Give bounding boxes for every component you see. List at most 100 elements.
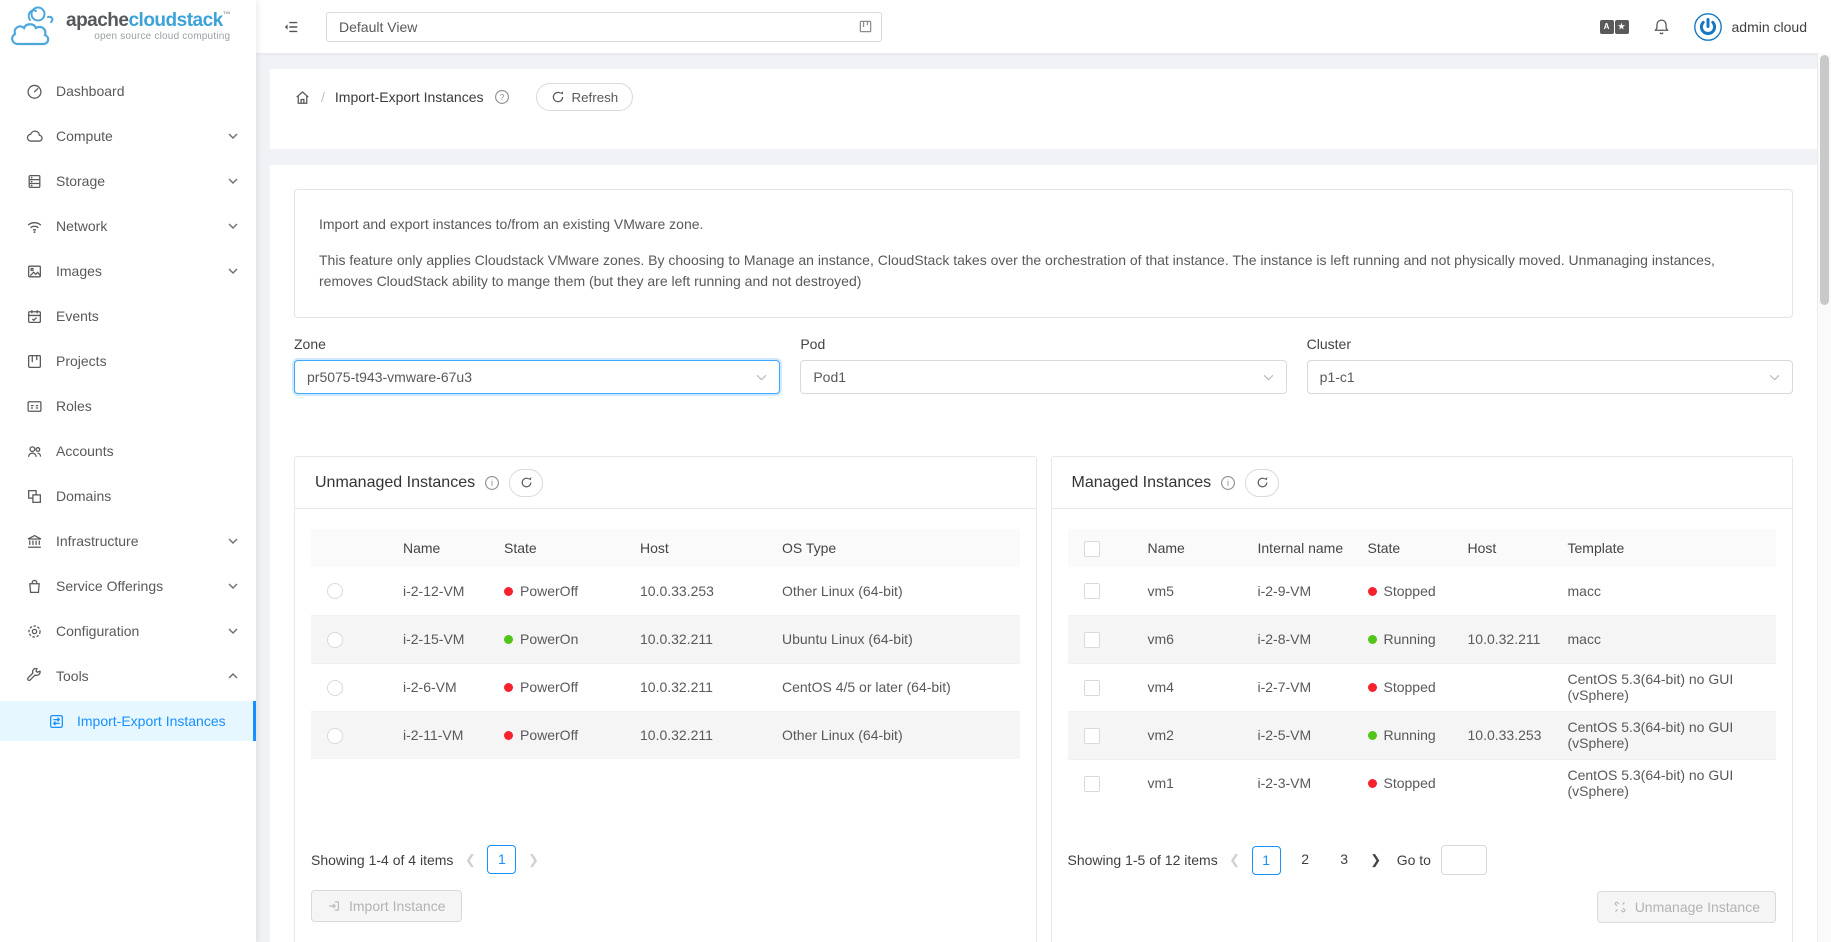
row-checkbox[interactable] — [1084, 632, 1100, 648]
page-3[interactable]: 3 — [1330, 846, 1359, 875]
row-checkbox[interactable] — [1084, 728, 1100, 744]
table-row[interactable]: vm1 i-2-3-VM Stopped CentOS 5.3(64-bit) … — [1068, 759, 1777, 807]
next-page-icon[interactable]: ❯ — [1369, 852, 1383, 868]
sidebar-item-events[interactable]: Events — [0, 296, 256, 336]
view-selector-value: Default View — [339, 19, 417, 35]
table-row[interactable]: vm4 i-2-7-VM Stopped CentOS 5.3(64-bit) … — [1068, 663, 1777, 711]
refresh-button[interactable]: Refresh — [536, 83, 634, 111]
zone-select[interactable]: pr5075-t943-vmware-67u3 — [294, 360, 780, 394]
home-icon[interactable] — [294, 89, 311, 106]
table-row[interactable]: vm2 i-2-5-VM Running 10.0.33.253 CentOS … — [1068, 711, 1777, 759]
brand-wordmark: apachecloudstack™ open source cloud comp… — [66, 11, 230, 42]
sidebar-item-import-export-instances[interactable]: Import-Export Instances — [0, 701, 256, 741]
logo[interactable]: apachecloudstack™ open source cloud comp… — [0, 0, 256, 53]
row-checkbox[interactable] — [1084, 776, 1100, 792]
page-2[interactable]: 2 — [1291, 846, 1320, 875]
brand-tagline: open source cloud computing — [66, 32, 230, 42]
unmanaged-table: Name State Host OS Type i-2 — [311, 529, 1020, 759]
cluster-label: Cluster — [1307, 336, 1793, 352]
user-name: admin cloud — [1732, 19, 1808, 35]
vertical-scrollbar[interactable] — [1817, 53, 1831, 942]
chevron-down-icon — [756, 374, 767, 381]
col-internal-name: Internal name — [1242, 529, 1352, 567]
unmanaged-title: Unmanaged Instances — [315, 474, 475, 492]
row-radio[interactable] — [327, 728, 343, 744]
sidebar-item-infrastructure[interactable]: Infrastructure — [0, 521, 256, 561]
svg-text:i: i — [1227, 478, 1229, 488]
import-instance-button[interactable]: Import Instance — [311, 890, 462, 922]
reload-icon — [551, 90, 565, 104]
table-row[interactable]: i-2-12-VM PowerOff 10.0.33.253 Other Lin… — [311, 567, 1020, 615]
unmanaged-pagination: Showing 1-4 of 4 items ❮ 1 ❯ — [311, 845, 1020, 874]
brand-cloudstack: cloudstack — [128, 10, 222, 31]
table-row[interactable]: i-2-11-VM PowerOff 10.0.32.211 Other Lin… — [311, 711, 1020, 759]
table-row[interactable]: vm6 i-2-8-VM Running 10.0.32.211 macc — [1068, 615, 1777, 663]
goto-page-input[interactable] — [1441, 845, 1487, 875]
col-host: Host — [1452, 529, 1552, 567]
user-menu[interactable]: admin cloud — [1694, 13, 1808, 41]
col-host: Host — [624, 529, 766, 567]
sidebar-item-compute[interactable]: Compute — [0, 116, 256, 156]
info-icon[interactable]: i — [1220, 475, 1236, 491]
managed-instances-panel: Managed Instances i Name — [1051, 456, 1794, 942]
reload-icon — [520, 476, 533, 489]
chevron-down-icon — [228, 223, 238, 229]
state-dot — [1368, 587, 1377, 596]
sidebar-item-accounts[interactable]: Accounts — [0, 431, 256, 471]
prev-page-icon[interactable]: ❮ — [1228, 852, 1242, 868]
breadcrumb-separator: / — [321, 89, 325, 105]
unmanaged-reload-button[interactable] — [509, 469, 543, 497]
table-row[interactable]: i-2-15-VM PowerOn 10.0.32.211 Ubuntu Lin… — [311, 615, 1020, 663]
sidebar-item-images[interactable]: Images — [0, 251, 256, 291]
scrollbar-thumb[interactable] — [1820, 55, 1829, 305]
state-dot — [1368, 731, 1377, 740]
managed-reload-button[interactable] — [1245, 469, 1279, 497]
sidebar-item-domains[interactable]: Domains — [0, 476, 256, 516]
info-icon[interactable]: i — [484, 475, 500, 491]
sidebar-item-network[interactable]: Network — [0, 206, 256, 246]
row-radio[interactable] — [327, 583, 343, 599]
pod-select[interactable]: Pod1 — [800, 360, 1286, 394]
pagination-summary: Showing 1-4 of 4 items — [311, 852, 453, 868]
col-name: Name — [387, 529, 488, 567]
cluster-select[interactable]: p1-c1 — [1307, 360, 1793, 394]
row-checkbox[interactable] — [1084, 680, 1100, 696]
sidebar: apachecloudstack™ open source cloud comp… — [0, 0, 256, 942]
table-row[interactable]: vm5 i-2-9-VM Stopped macc — [1068, 567, 1777, 615]
chevron-down-icon — [228, 583, 238, 589]
state-dot — [504, 635, 513, 644]
table-row[interactable]: i-2-6-VM PowerOff 10.0.32.211 CentOS 4/5… — [311, 663, 1020, 711]
cluster-select-value: p1-c1 — [1320, 369, 1355, 385]
translation-icon[interactable]: A★ — [1600, 20, 1629, 34]
import-export-panel: Import and export instances to/from an e… — [270, 165, 1817, 942]
sidebar-item-storage[interactable]: Storage — [0, 161, 256, 201]
sidebar-item-dashboard[interactable]: Dashboard — [0, 71, 256, 111]
prev-page-icon[interactable]: ❮ — [463, 852, 477, 868]
filters-row: Zone pr5075-t943-vmware-67u3 Pod Pod1 — [294, 336, 1793, 394]
view-selector[interactable]: Default View — [326, 12, 882, 42]
database-icon — [26, 173, 43, 190]
sidebar-item-configuration[interactable]: Configuration — [0, 611, 256, 651]
select-all-checkbox[interactable] — [1084, 541, 1100, 557]
help-icon[interactable]: ? — [494, 89, 510, 105]
intro-line-2: This feature only applies Cloudstack VMw… — [319, 250, 1768, 293]
sidebar-item-roles[interactable]: Roles — [0, 386, 256, 426]
import-icon — [327, 899, 341, 913]
bell-icon[interactable] — [1653, 18, 1670, 36]
page-1[interactable]: 1 — [1252, 846, 1281, 875]
menu-fold-icon[interactable] — [282, 19, 300, 35]
state-dot — [504, 587, 513, 596]
cloudmonkey-logo-icon — [8, 4, 60, 50]
next-page-icon[interactable]: ❯ — [526, 852, 540, 868]
col-name: Name — [1132, 529, 1242, 567]
row-radio[interactable] — [327, 680, 343, 696]
sidebar-item-service-offerings[interactable]: Service Offerings — [0, 566, 256, 606]
row-radio[interactable] — [327, 632, 343, 648]
sidebar-item-projects[interactable]: Projects — [0, 341, 256, 381]
unmanage-instance-button[interactable]: Unmanage Instance — [1597, 891, 1776, 923]
sidebar-item-tools[interactable]: Tools — [0, 656, 256, 696]
row-checkbox[interactable] — [1084, 583, 1100, 599]
reload-icon — [1256, 476, 1269, 489]
wifi-icon — [26, 218, 43, 235]
page-1[interactable]: 1 — [487, 845, 516, 874]
